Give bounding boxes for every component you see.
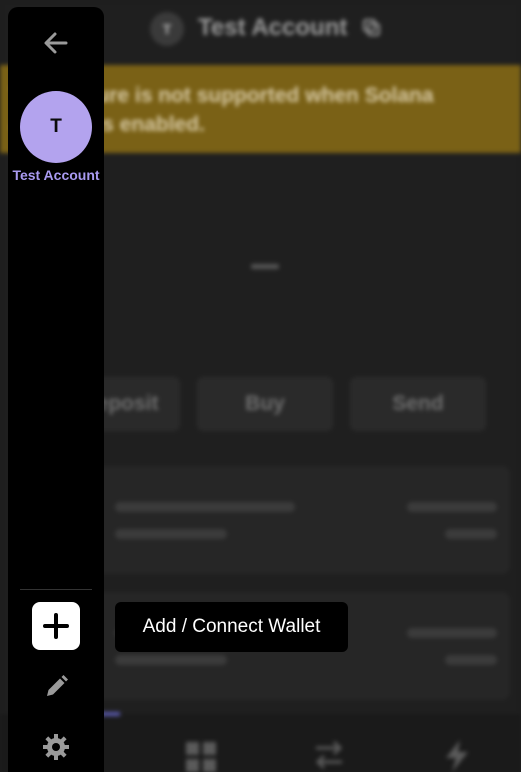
header-account-name[interactable]: Test Account <box>198 14 347 42</box>
plus-icon <box>43 613 69 639</box>
grid-icon[interactable] <box>184 738 218 772</box>
account-label[interactable]: Test Account <box>8 167 104 183</box>
back-arrow-icon[interactable] <box>42 29 70 57</box>
token-card-skeleton <box>60 466 510 574</box>
sidebar-divider <box>20 589 92 590</box>
swap-icon[interactable] <box>312 738 346 772</box>
gear-icon[interactable] <box>42 733 70 761</box>
account-avatar[interactable]: T <box>20 91 92 163</box>
copy-icon[interactable] <box>362 18 382 38</box>
add-wallet-tooltip: Add / Connect Wallet <box>115 602 348 652</box>
account-sidebar: T Test Account <box>8 7 104 772</box>
wallet-app: T Test Account This feature is not suppo… <box>0 0 521 772</box>
buy-button[interactable]: Buy <box>197 377 333 431</box>
add-wallet-button[interactable] <box>32 602 80 650</box>
lightning-icon[interactable] <box>440 738 474 772</box>
send-button[interactable]: Send <box>350 377 486 431</box>
header-account-avatar[interactable]: T <box>150 12 184 46</box>
balance-placeholder <box>251 264 279 269</box>
pencil-icon[interactable] <box>42 673 70 701</box>
